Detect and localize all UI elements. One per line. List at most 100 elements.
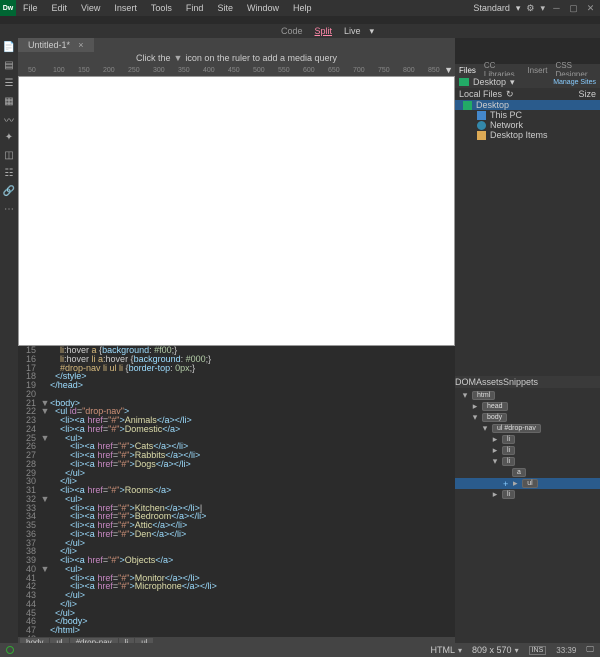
file-tree-item[interactable]: Desktop Items [455, 130, 600, 140]
dom-node[interactable]: ▸li [455, 489, 600, 500]
code-line[interactable]: 43 </ul> [18, 591, 455, 600]
refresh-icon[interactable]: ↻ [506, 89, 514, 100]
net-icon [477, 121, 486, 130]
dom-node[interactable]: ▾li [455, 456, 600, 467]
menu-insert[interactable]: Insert [107, 0, 144, 16]
dom-node[interactable]: ▾ul #drop-nav [455, 423, 600, 434]
ruler-tick: 750 [378, 67, 390, 74]
document-tab-bar: Untitled-1* × [18, 38, 455, 52]
media-query-add-icon[interactable]: ▼ [444, 65, 453, 75]
panel-tab-assets[interactable]: Assets [476, 377, 503, 387]
menu-tools[interactable]: Tools [144, 0, 179, 16]
files-site-row[interactable]: Desktop ▾ Manage Sites [455, 76, 600, 88]
sync-settings-icon[interactable]: ⚙ [526, 3, 534, 14]
code-line[interactable]: 39 <li><a href="#">Objects</a> [18, 556, 455, 565]
menu-view[interactable]: View [74, 0, 107, 16]
ruler-hint: Click the ▼ icon on the ruler to add a m… [18, 52, 455, 64]
local-files-label: Local Files [459, 89, 502, 99]
layers-tool-icon[interactable]: ▤ [0, 56, 18, 74]
code-line[interactable]: 19</head> [18, 381, 455, 390]
expand-icon[interactable]: ▾ [471, 412, 479, 423]
menu-window[interactable]: Window [240, 0, 286, 16]
expand-icon[interactable]: ▾ [491, 456, 499, 467]
document-tab[interactable]: Untitled-1* × [18, 38, 94, 52]
source-tool-icon[interactable]: ☰ [0, 74, 18, 92]
code-line[interactable]: 31 <li><a href="#">Rooms</a> [18, 486, 455, 495]
design-view[interactable] [18, 76, 455, 346]
expand-icon[interactable]: ▸ [491, 445, 499, 456]
expand-icon[interactable]: ▸ [491, 489, 499, 500]
maximize-button[interactable]: ▢ [568, 3, 579, 14]
code-line[interactable]: 18 </style> [18, 372, 455, 381]
code-line[interactable]: 37 </ul> [18, 539, 455, 548]
insert-mode[interactable]: INS [529, 646, 547, 655]
files-site-label: Desktop [473, 77, 506, 87]
dom-node[interactable]: ▸li [455, 445, 600, 456]
preview-icon[interactable]: 🖵 [586, 645, 594, 655]
desk-icon [463, 101, 472, 110]
files-panel-tabs: FilesCC LibrariesInsertCSS Designer [455, 64, 600, 76]
file-tree-item[interactable]: This PC [455, 110, 600, 120]
dom-node[interactable]: ▸li [455, 434, 600, 445]
dom-node[interactable]: a [455, 467, 600, 478]
expand-icon[interactable]: ▸ [471, 401, 479, 412]
dom-tag: li [502, 490, 515, 499]
close-button[interactable]: ✕ [585, 3, 596, 14]
dom-node[interactable]: +▸ul [455, 478, 600, 489]
layout-preset-dropdown[interactable]: Standard [473, 3, 510, 13]
ruler-tick: 100 [53, 67, 65, 74]
link-tool-icon[interactable]: 🔗 [0, 182, 18, 200]
more-tools-icon[interactable]: ⋯ [0, 200, 18, 218]
file-tree-item[interactable]: Network [455, 120, 600, 130]
code-line[interactable]: 44 </li> [18, 600, 455, 609]
panel-tab-files[interactable]: Files [455, 66, 480, 75]
close-tab-icon[interactable]: × [78, 40, 83, 50]
ruler[interactable]: ▼ 50100150200250300350400450500550600650… [18, 64, 455, 76]
expand-icon[interactable]: ▾ [481, 423, 489, 434]
manage-sites-link[interactable]: Manage Sites [553, 79, 596, 86]
menu-site[interactable]: Site [210, 0, 240, 16]
dom-node[interactable]: ▸head [455, 401, 600, 412]
file-tool-icon[interactable]: 📄 [0, 38, 18, 56]
file-tree-item[interactable]: Desktop [455, 100, 600, 110]
panel-tab-insert[interactable]: Insert [523, 66, 551, 75]
dom-tag: li [502, 446, 515, 455]
code-line[interactable]: 47</html> [18, 626, 455, 635]
menu-file[interactable]: File [16, 0, 45, 16]
pc-icon [477, 111, 486, 120]
live-dropdown-icon[interactable]: ▾ [370, 26, 375, 37]
dom-tool-icon[interactable]: ☷ [0, 164, 18, 182]
dom-node[interactable]: ▾html [455, 390, 600, 401]
ruler-tick: 150 [78, 67, 90, 74]
panel-tab-snippets[interactable]: Snippets [503, 377, 538, 387]
snippets-tool-icon[interactable]: 〰 [0, 110, 18, 128]
assets-tool-icon[interactable]: ▦ [0, 92, 18, 110]
wand-tool-icon[interactable]: ✦ [0, 128, 18, 146]
split-view-button[interactable]: Split [309, 26, 339, 36]
panel-tab-dom[interactable]: DOM [455, 377, 476, 387]
viewport-size[interactable]: 809 x 570 ▾ [472, 645, 519, 655]
doc-type-dropdown[interactable]: HTML ▾ [431, 645, 463, 655]
menu-help[interactable]: Help [286, 0, 319, 16]
code-line[interactable]: 29 </ul> [18, 469, 455, 478]
css-tool-icon[interactable]: ◫ [0, 146, 18, 164]
code-view-button[interactable]: Code [275, 26, 309, 36]
dom-node[interactable]: ▾body [455, 412, 600, 423]
dom-tag: ul [522, 479, 537, 488]
expand-icon[interactable]: ▾ [461, 390, 469, 401]
chevron-down-icon: ▾ [510, 77, 515, 88]
menu-edit[interactable]: Edit [45, 0, 75, 16]
add-element-icon[interactable]: + [503, 479, 508, 489]
code-line[interactable]: 20 [18, 390, 455, 399]
menu-find[interactable]: Find [179, 0, 211, 16]
chevron-down-icon: ▾ [516, 3, 521, 14]
minimize-button[interactable]: ─ [551, 3, 562, 14]
code-line[interactable]: 46 </body> [18, 617, 455, 626]
code-view[interactable]: 15 li:hover a {background: #f00;}16 li:h… [18, 346, 455, 637]
right-panels: FilesCC LibrariesInsertCSS Designer Desk… [455, 38, 600, 648]
live-view-button[interactable]: Live [338, 26, 367, 36]
code-line[interactable]: 24 <li><a href="#">Domestic</a> [18, 425, 455, 434]
expand-icon[interactable]: ▸ [511, 478, 519, 489]
expand-icon[interactable]: ▸ [491, 434, 499, 445]
ruler-tick: 450 [228, 67, 240, 74]
